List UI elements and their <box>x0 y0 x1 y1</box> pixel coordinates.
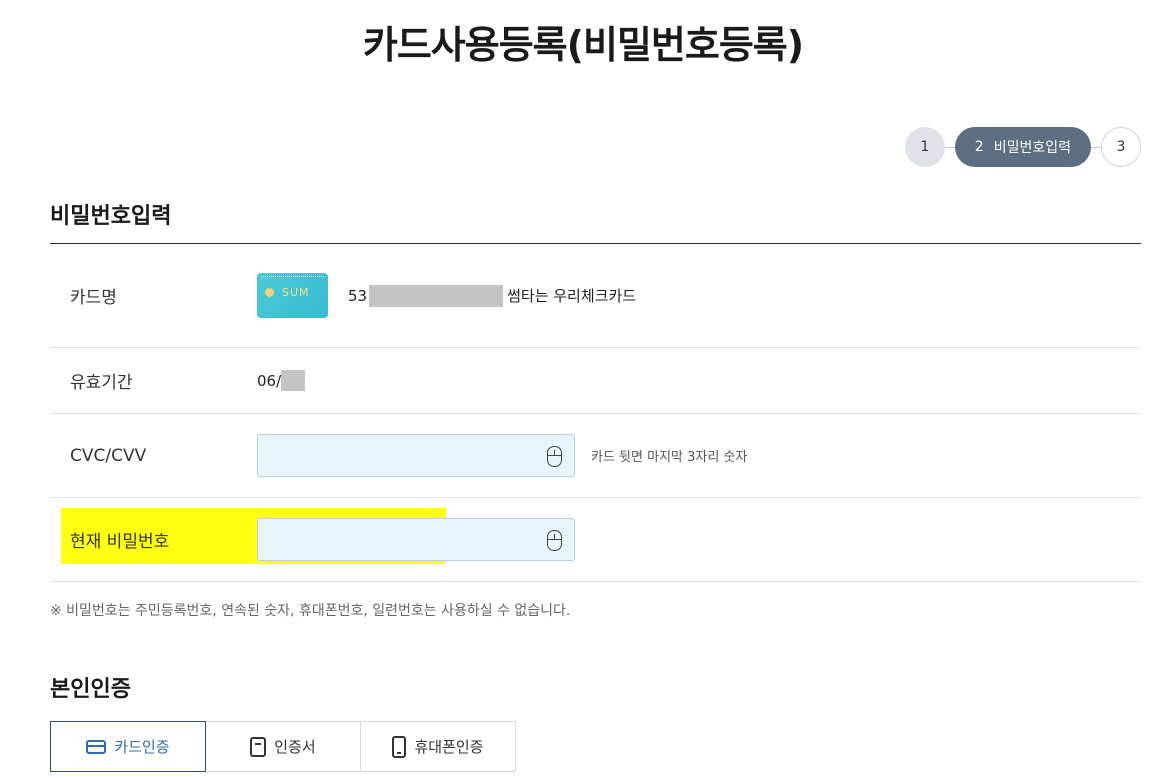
card-icon <box>86 739 107 754</box>
card-brand-text: SUM <box>282 286 310 299</box>
cvc-hint: 카드 뒷면 마지막 3자리 숫자 <box>591 450 748 465</box>
password-form: 카드명 SUM 53 썸타는 우리체크카드 유효기간 06/ CVC/CVV 카… <box>50 243 1141 582</box>
card-name-row: 카드명 SUM 53 썸타는 우리체크카드 <box>50 244 1141 348</box>
card-number-mask <box>369 284 504 307</box>
expiry-label: 유효기간 <box>70 373 133 393</box>
expiry-row: 유효기간 06/ <box>50 348 1141 414</box>
page-title: 카드사용등록(비밀번호등록) <box>362 23 804 67</box>
auth-tabs: 카드인증 인증서 휴대폰인증 <box>50 721 516 772</box>
password-section-title: 비밀번호입력 <box>50 204 172 229</box>
step-connector <box>944 146 955 148</box>
cvc-input[interactable] <box>257 434 575 477</box>
tab-card-auth-label: 카드인증 <box>114 738 170 756</box>
current-password-label: 현재 비밀번호 <box>70 532 170 552</box>
card-name-value: SUM 53 썸타는 우리체크카드 <box>257 273 636 318</box>
card-image: SUM <box>257 273 328 318</box>
mouse-icon[interactable] <box>547 446 562 467</box>
expiry-month: 06/ <box>257 371 282 390</box>
step-2-active: 2 비밀번호입력 <box>954 127 1091 167</box>
current-password-row: 현재 비밀번호 <box>50 498 1141 582</box>
tab-card-auth[interactable]: 카드인증 <box>50 721 206 772</box>
mouse-icon[interactable] <box>547 530 562 551</box>
tab-certificate[interactable]: 인증서 <box>205 721 361 772</box>
auth-section-title: 본인인증 <box>50 677 131 702</box>
card-product-name: 썸타는 우리체크카드 <box>507 287 637 305</box>
step-2-number: 2 <box>974 139 984 155</box>
step-1: 1 <box>904 127 945 167</box>
expiry-value: 06/ <box>257 370 306 391</box>
cvc-label: CVC/CVV <box>70 445 147 466</box>
password-notice: ※ 비밀번호는 주민등록번호, 연속된 숫자, 휴대폰번호, 일련번호는 사용하… <box>50 603 571 619</box>
phone-icon <box>392 735 407 758</box>
tab-phone-auth[interactable]: 휴대폰인증 <box>360 721 516 772</box>
cvc-row: CVC/CVV 카드 뒷면 마지막 3자리 숫자 <box>50 414 1141 498</box>
step-connector <box>1091 146 1101 148</box>
current-password-value <box>257 518 575 561</box>
tab-certificate-label: 인증서 <box>274 738 316 756</box>
step-3: 3 <box>1101 127 1141 167</box>
cvc-value: 카드 뒷면 마지막 3자리 숫자 <box>257 434 747 477</box>
certificate-icon <box>250 736 267 757</box>
expiry-year-mask <box>281 370 306 391</box>
step-2-label: 비밀번호입력 <box>993 140 1071 156</box>
card-name-label: 카드명 <box>70 288 117 308</box>
card-number-prefix: 53 <box>348 286 368 305</box>
current-password-input[interactable] <box>257 518 575 561</box>
step-indicator: 1 2 비밀번호입력 3 <box>904 127 1141 167</box>
tab-phone-auth-label: 휴대폰인증 <box>414 738 484 756</box>
